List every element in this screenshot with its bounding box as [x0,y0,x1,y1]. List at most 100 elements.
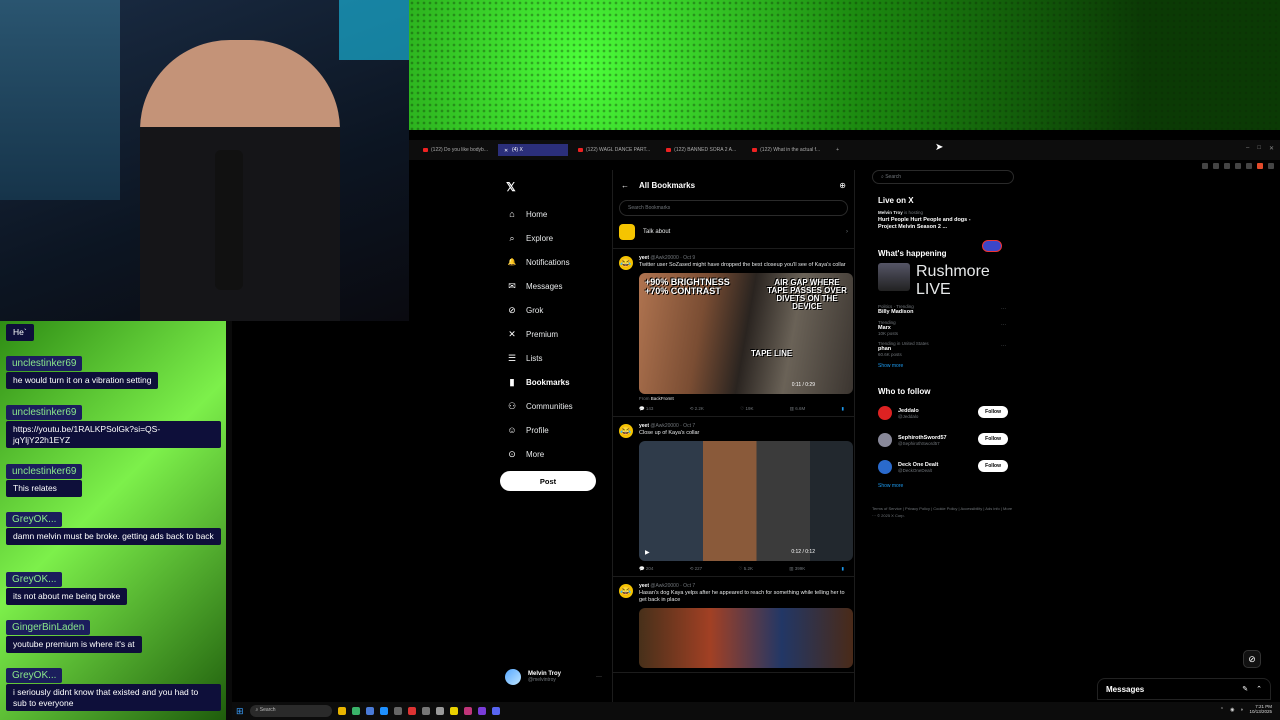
reply-button[interactable]: 💬 143 [639,406,653,412]
tweet-video[interactable]: ▶ 0:12 / 0:12 [639,440,853,561]
extension-icon[interactable] [1235,163,1241,169]
sidebar-item-explore[interactable]: ⌕ Explore [505,226,615,250]
reply-button[interactable]: 💬 204 [639,566,653,572]
like-button[interactable]: ♡ 19K [740,406,753,412]
app-icon[interactable] [365,707,374,715]
file-explorer-icon[interactable] [337,707,346,715]
app-icon[interactable] [463,707,472,715]
app-icon[interactable] [393,707,402,715]
bookmark-icon[interactable]: ▮ [842,566,844,572]
follow-suggestion[interactable]: Jeddalo @Jeddalo Follow [878,403,1008,423]
maximize-icon[interactable]: □ [1257,145,1261,152]
network-icon[interactable]: ◉ [1230,707,1234,713]
tweet[interactable]: 😂 yeet @Awk20000 · Oct 7 Hasan's dog Kay… [613,577,854,673]
like-button[interactable]: ♡ 5.2K [738,566,753,572]
avatar: 😂 [619,256,633,270]
sidebar-item-communities[interactable]: ⚇ Communities [505,394,615,418]
taskbar-search[interactable]: ⌕ Search [249,705,332,717]
app-icon[interactable] [379,707,388,715]
minimize-icon[interactable]: – [1246,145,1249,152]
trend-item[interactable]: Politics · Trending Billy Madison ··· [878,304,1008,315]
sidebar-item-premium[interactable]: ✕ Premium [505,322,615,346]
tweet[interactable]: 😂 yeet @Awk20000 · Oct 9 Twitter user So… [613,249,854,417]
compose-icon[interactable]: ✎ [1242,685,1248,693]
views-button[interactable]: ▥ 6.6M [790,406,806,412]
follow-button[interactable]: Follow [978,433,1008,446]
sidebar-item-messages[interactable]: ✉ Messages [505,274,615,298]
chevron-up-icon[interactable]: ⌃ [1220,707,1224,713]
follow-button[interactable]: Follow [978,406,1008,419]
repost-button[interactable]: ⟲ 2.2K [690,406,704,412]
show-more-link[interactable]: Show more [878,363,1008,369]
new-folder-icon[interactable]: ⊕ [839,181,846,190]
show-more-link[interactable]: Show more [878,483,1008,489]
app-icon[interactable] [421,707,430,715]
browser-tab[interactable]: (122) What in the actual f... [746,144,826,156]
more-dots-icon[interactable]: ··· [1001,322,1006,328]
search-bookmarks-input[interactable]: Search Bookmarks [619,200,848,216]
live-card[interactable]: Live on X Melvin Troy is hosting Hurt Pe… [872,190,1014,237]
back-arrow-icon[interactable]: ← [621,181,629,190]
messages-dock[interactable]: Messages ✎ ⌃ [1097,678,1271,700]
extension-icon[interactable] [1246,163,1252,169]
browser-tab[interactable]: (122) BANNED SORA 2 A... [660,144,742,156]
tweet-text: Close up of Kaya's collar [639,429,700,436]
bookmark-icon[interactable]: ▮ [842,406,844,412]
tweet-handle-date: @Awk20000 · Oct 7 [650,422,696,429]
menu-icon[interactable] [1268,163,1274,169]
sidebar-item-grok[interactable]: ⊘ Grok [505,298,615,322]
extension-icon[interactable] [1257,163,1263,169]
trend-item[interactable]: Trending in United States phan 60.6K pos… [878,341,1008,357]
browser-tab[interactable]: (122) WAGL DANCE PART... [572,144,656,156]
more-dots-icon[interactable]: ··· [1001,306,1006,312]
app-icon[interactable] [477,707,486,715]
source-account[interactable]: BackFromIt [651,396,674,401]
sidebar-item-bookmarks[interactable]: ▮ Bookmarks [505,370,615,394]
extension-icon[interactable] [1224,163,1230,169]
extensions-bar [1202,163,1274,169]
repost-button[interactable]: ⟲ 227 [690,566,703,572]
browser-tab-active[interactable]: ✕ (4) X [497,144,568,156]
close-icon[interactable]: ✕ [1269,145,1274,152]
app-icon[interactable] [435,707,444,715]
post-button[interactable]: Post [500,471,596,491]
tweet-author: yeet [639,255,650,261]
volume-icon[interactable]: ◗ [1240,707,1243,713]
bookmark-folder-row[interactable]: Talk about › [613,216,854,249]
play-icon[interactable]: ▶ [645,549,650,556]
app-icon[interactable] [351,707,360,715]
extension-icon[interactable] [1202,163,1208,169]
sidebar-item-more[interactable]: ⊙ More [505,442,615,466]
x-logo-icon[interactable]: 𝕏 [506,180,516,194]
more-dots-icon[interactable]: ··· [1001,343,1006,349]
search-input[interactable]: ⌕ Search [872,170,1014,184]
clock[interactable]: 7:21 PM 10/13/2025 [1249,704,1272,715]
sidebar-item-notifications[interactable]: 🔔 Notifications [505,250,615,274]
sidebar-item-lists[interactable]: ☰ Lists [505,346,615,370]
extension-icon[interactable] [1213,163,1219,169]
app-icon[interactable] [407,707,416,715]
grok-icon[interactable]: ⊘ [1243,650,1261,668]
tweet-handle-date: @Awk20000 · Oct 7 [650,582,696,589]
account-switcher[interactable]: Melvin Troy @melvintroy [505,669,561,685]
tweet-video[interactable] [639,607,853,668]
tweet-video[interactable]: +90% BRIGHTNESS +70% CONTRAST AIR GAP WH… [639,272,853,394]
windows-start-icon[interactable]: ⊞ [236,706,244,717]
new-tab-button[interactable]: + [830,144,845,156]
footer-links[interactable]: Terms of Service | Privacy Policy | Cook… [872,505,1014,519]
follow-suggestion[interactable]: SephirothSword57 @SephirothSword57 Follow [878,430,1008,450]
more-dots-icon[interactable]: ··· [596,674,602,680]
chevron-up-icon[interactable]: ⌃ [1256,685,1262,693]
app-icon[interactable] [491,707,500,715]
follow-button[interactable]: Follow [978,460,1008,473]
browser-tab[interactable]: (122) Do you like bodyb... [417,144,494,156]
trend-item[interactable]: Trending Marx 10K posts ··· [878,320,1008,336]
featured-trend[interactable]: Rushmore LIVE [878,263,1008,299]
sidebar-item-home[interactable]: ⌂ Home [505,202,615,226]
sidebar-item-profile[interactable]: ☺ Profile [505,418,615,442]
app-icon[interactable] [449,707,458,715]
tweet[interactable]: 😂 yeet @Awk20000 · Oct 7 Close up of Kay… [613,417,854,577]
messages-dock-label: Messages [1106,684,1145,694]
follow-suggestion[interactable]: Deck One Dealt @DeckOneDealt Follow [878,457,1008,477]
views-button[interactable]: ▥ 399K [789,566,805,572]
